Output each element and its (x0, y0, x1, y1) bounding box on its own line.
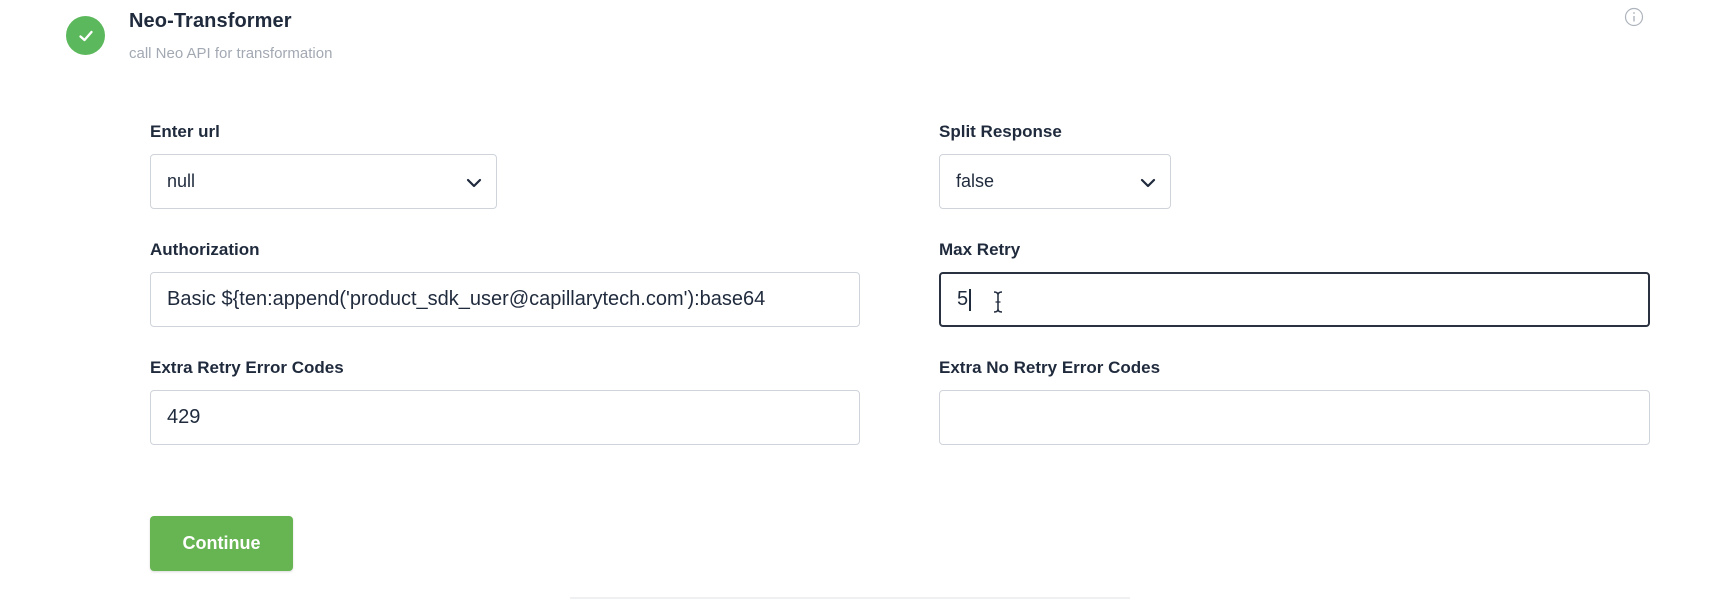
authorization-input[interactable]: Basic ${ten:append('product_sdk_user@cap… (150, 272, 860, 327)
extra-retry-error-codes-input[interactable]: 429 (150, 390, 860, 445)
authorization-value: Basic ${ten:append('product_sdk_user@cap… (167, 288, 766, 310)
text-caret (969, 288, 971, 311)
continue-button[interactable]: Continue (150, 516, 293, 571)
enter-url-select[interactable]: null (150, 154, 497, 209)
max-retry-label: Max Retry (939, 240, 1021, 259)
max-retry-value-wrap: 5 (957, 274, 971, 325)
step-status-badge (66, 16, 105, 55)
step-header: Neo-Transformer call Neo API for transfo… (0, 0, 1736, 90)
chevron-down-icon (1140, 178, 1156, 188)
split-response-select[interactable]: false (939, 154, 1171, 209)
extra-retry-error-codes-value: 429 (167, 406, 201, 428)
chevron-down-icon (466, 178, 482, 188)
next-step-edge (570, 597, 1130, 599)
split-response-label: Split Response (939, 122, 1062, 141)
max-retry-value: 5 (957, 288, 969, 310)
step-subtitle: call Neo API for transformation (129, 45, 333, 62)
check-icon (78, 30, 93, 41)
max-retry-input[interactable]: 5 (939, 272, 1650, 327)
info-icon[interactable] (1624, 7, 1644, 27)
authorization-label: Authorization (150, 240, 260, 259)
enter-url-value: null (167, 171, 196, 191)
extra-retry-error-codes-label: Extra Retry Error Codes (150, 358, 344, 377)
extra-no-retry-error-codes-label: Extra No Retry Error Codes (939, 358, 1161, 377)
split-response-value: false (956, 171, 995, 191)
text-cursor-icon (993, 291, 1003, 313)
enter-url-label: Enter url (150, 122, 220, 141)
step-title: Neo-Transformer (129, 10, 292, 32)
extra-no-retry-error-codes-input[interactable] (939, 390, 1650, 445)
